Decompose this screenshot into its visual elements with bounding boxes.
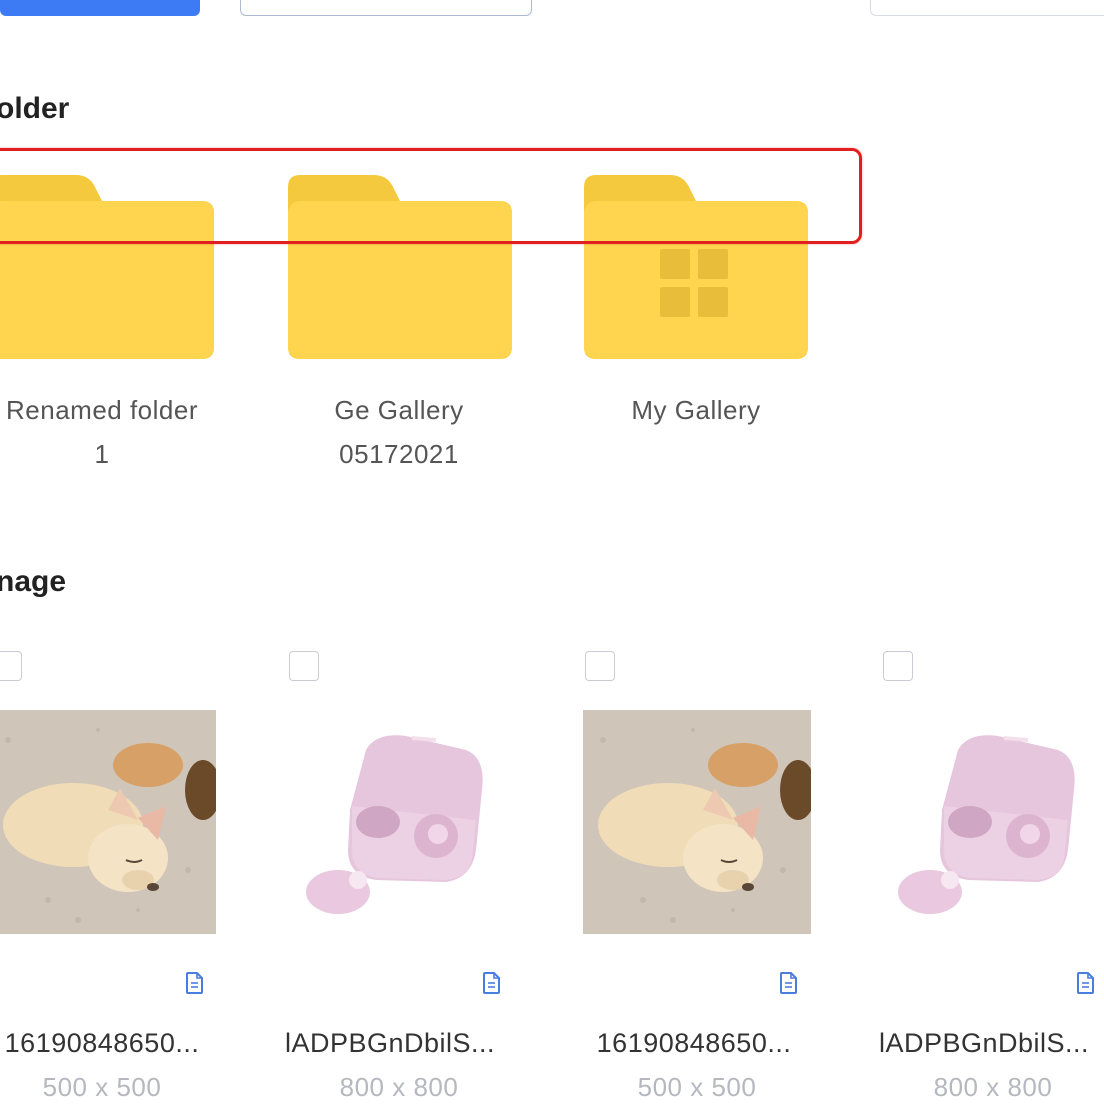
image-name: 16190848650... xyxy=(4,1028,200,1058)
image-thumbnail-earbuds[interactable] xyxy=(286,710,514,934)
primary-action-button[interactable] xyxy=(0,0,200,16)
document-icon[interactable] xyxy=(185,972,205,994)
folder-icon xyxy=(288,175,512,359)
folder-name-line2: 1 xyxy=(94,439,110,469)
image-name: lADPBGnDbilS... xyxy=(878,1028,1090,1058)
image-checkbox[interactable] xyxy=(585,651,615,681)
image-checkbox[interactable] xyxy=(0,651,22,681)
folder-item-my-gallery[interactable] xyxy=(584,175,810,361)
folder-icon xyxy=(0,175,214,359)
folder-name-renamed: Renamed folder 1 xyxy=(0,388,252,476)
folder-name-line1: Ge Gallery xyxy=(334,395,464,425)
document-icon[interactable] xyxy=(779,972,799,994)
image-name: 16190848650... xyxy=(596,1028,792,1058)
secondary-action-button[interactable] xyxy=(240,0,532,16)
document-icon[interactable] xyxy=(1076,972,1096,994)
image-thumbnail-earbuds[interactable] xyxy=(878,710,1104,934)
image-section-title: nage xyxy=(0,565,67,598)
folder-name-line2: 05172021 xyxy=(339,439,459,469)
image-thumbnail-puppy[interactable] xyxy=(583,710,811,934)
image-checkbox[interactable] xyxy=(883,651,913,681)
image-checkbox[interactable] xyxy=(289,651,319,681)
folder-name-ge-gallery: Ge Gallery 05172021 xyxy=(249,388,549,476)
folder-name-line1: My Gallery xyxy=(631,395,761,425)
image-size: 500 x 500 xyxy=(637,1072,757,1102)
image-size: 800 x 800 xyxy=(339,1072,459,1102)
folder-item-renamed[interactable] xyxy=(0,175,216,361)
image-size: 500 x 500 xyxy=(42,1072,162,1102)
document-icon[interactable] xyxy=(482,972,502,994)
image-thumbnail-puppy[interactable] xyxy=(0,710,216,934)
folder-section-title: older xyxy=(0,92,70,125)
image-size: 800 x 800 xyxy=(933,1072,1053,1102)
folder-item-ge-gallery[interactable] xyxy=(288,175,514,361)
image-name: lADPBGnDbilS... xyxy=(284,1028,496,1058)
search-input[interactable] xyxy=(870,0,1104,16)
folder-name-my-gallery: My Gallery xyxy=(546,388,846,432)
folder-name-line1: Renamed folder xyxy=(6,395,198,425)
folder-icon xyxy=(584,175,808,359)
